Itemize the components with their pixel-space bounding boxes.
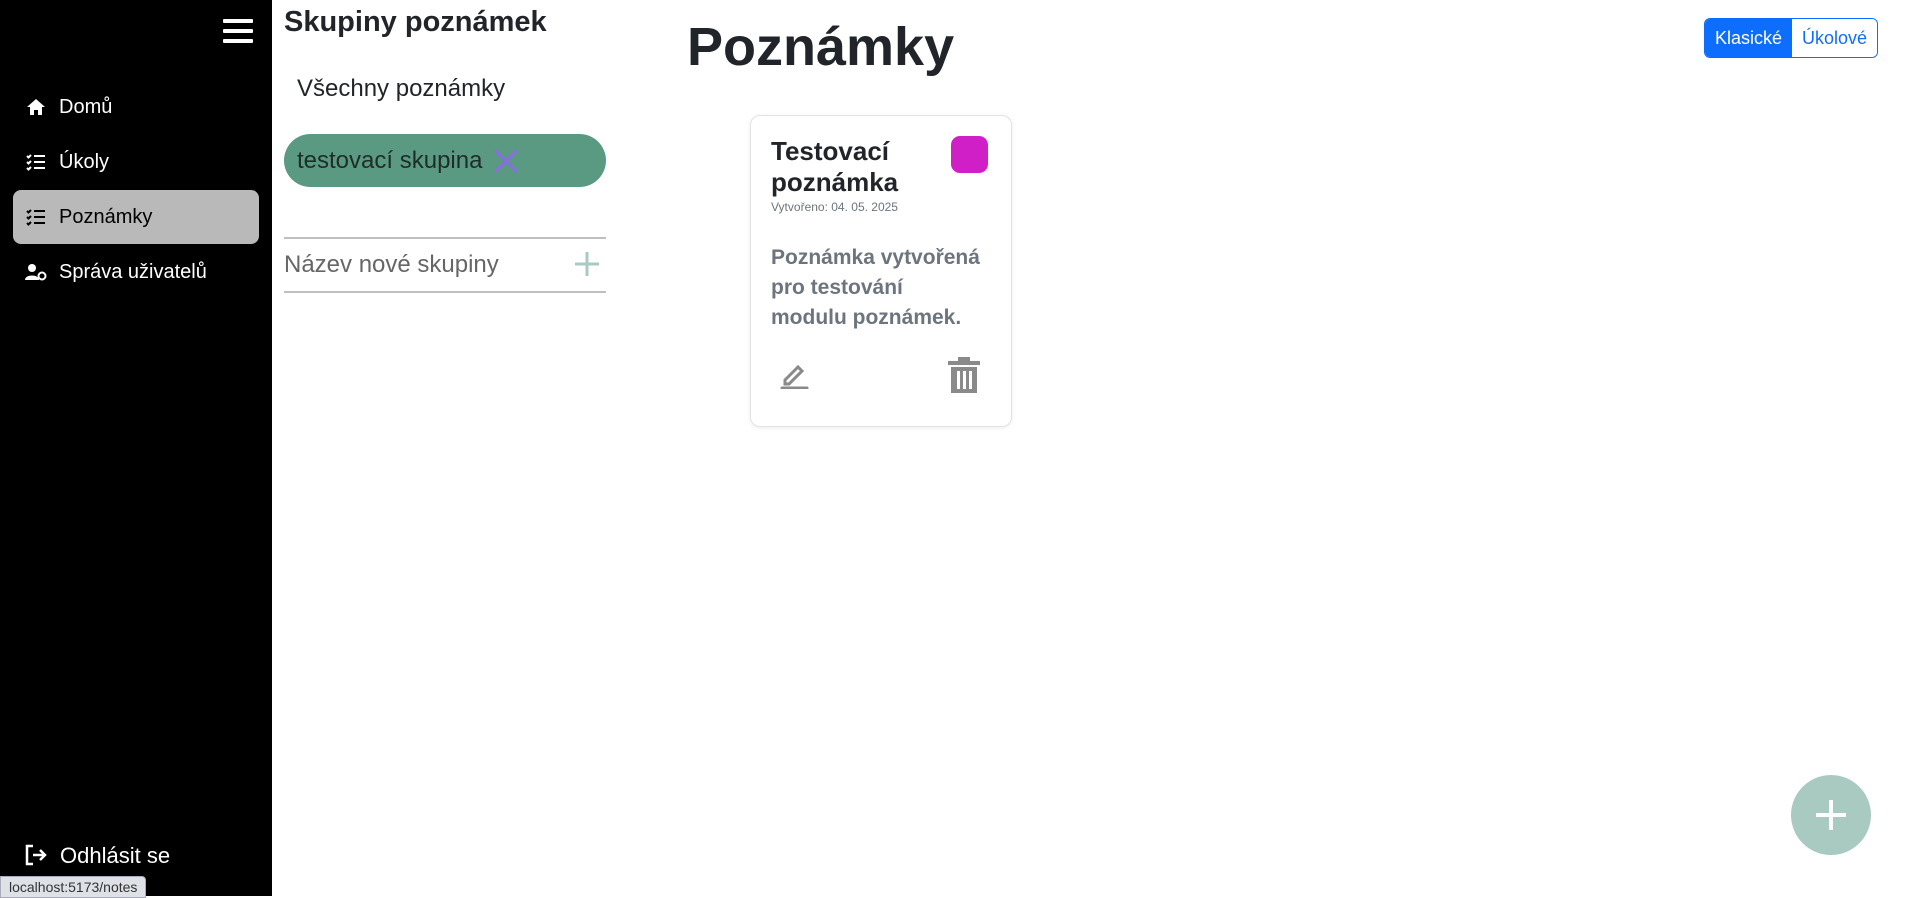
view-task-button[interactable]: Úkolové (1792, 19, 1878, 57)
group-item[interactable]: testovací skupina (284, 134, 606, 187)
sidebar-item-user-management[interactable]: Správa uživatelů (13, 245, 259, 299)
logout-icon (24, 844, 48, 868)
add-note-button[interactable] (1791, 775, 1871, 855)
sidebar-item-notes[interactable]: Poznámky (13, 190, 259, 244)
note-created-date: Vytvořeno: 04. 05. 2025 (771, 200, 898, 214)
new-group-form (284, 237, 606, 293)
trash-icon[interactable] (946, 356, 982, 394)
group-all-notes[interactable]: Všechny poznámky (297, 75, 505, 103)
groups-title: Skupiny poznámek (284, 6, 547, 38)
sidebar: Domů Úkoly Poznámky Správa uživatelů Odh… (0, 0, 272, 896)
plus-icon (1816, 800, 1846, 830)
list-check-icon (25, 151, 47, 173)
page-title: Poznámky (687, 17, 955, 77)
logout-label: Odhlásit se (60, 843, 171, 868)
sidebar-item-label: Správa uživatelů (59, 260, 207, 283)
note-card[interactable]: Testovací poznámka Vytvořeno: 04. 05. 20… (750, 115, 1012, 427)
delete-group-icon[interactable] (492, 147, 520, 175)
note-body: Poznámka vytvořená pro testování modulu … (771, 246, 980, 329)
status-bar-url: localhost:5173/notes (0, 876, 147, 898)
add-group-icon[interactable] (574, 251, 600, 277)
home-icon (25, 96, 47, 118)
edit-icon[interactable] (779, 359, 809, 390)
sidebar-item-label: Poznámky (59, 205, 153, 228)
note-color-swatch[interactable] (951, 136, 988, 173)
note-title: Testovací poznámka (771, 136, 899, 197)
view-classic-button[interactable]: Klasické (1705, 19, 1793, 57)
group-item-label: testovací skupina (297, 146, 483, 174)
sidebar-item-label: Úkoly (59, 150, 110, 173)
user-settings-icon (25, 261, 47, 283)
sidebar-item-home[interactable]: Domů (13, 80, 259, 134)
view-toggle: Klasické Úkolové (1704, 18, 1879, 58)
sidebar-item-tasks[interactable]: Úkoly (13, 135, 259, 189)
new-group-input[interactable] (284, 251, 554, 279)
list-check-icon (25, 206, 47, 228)
menu-toggle-icon[interactable] (223, 19, 253, 47)
sidebar-item-label: Domů (59, 95, 113, 118)
logout-button[interactable]: Odhlásit se (24, 843, 170, 869)
